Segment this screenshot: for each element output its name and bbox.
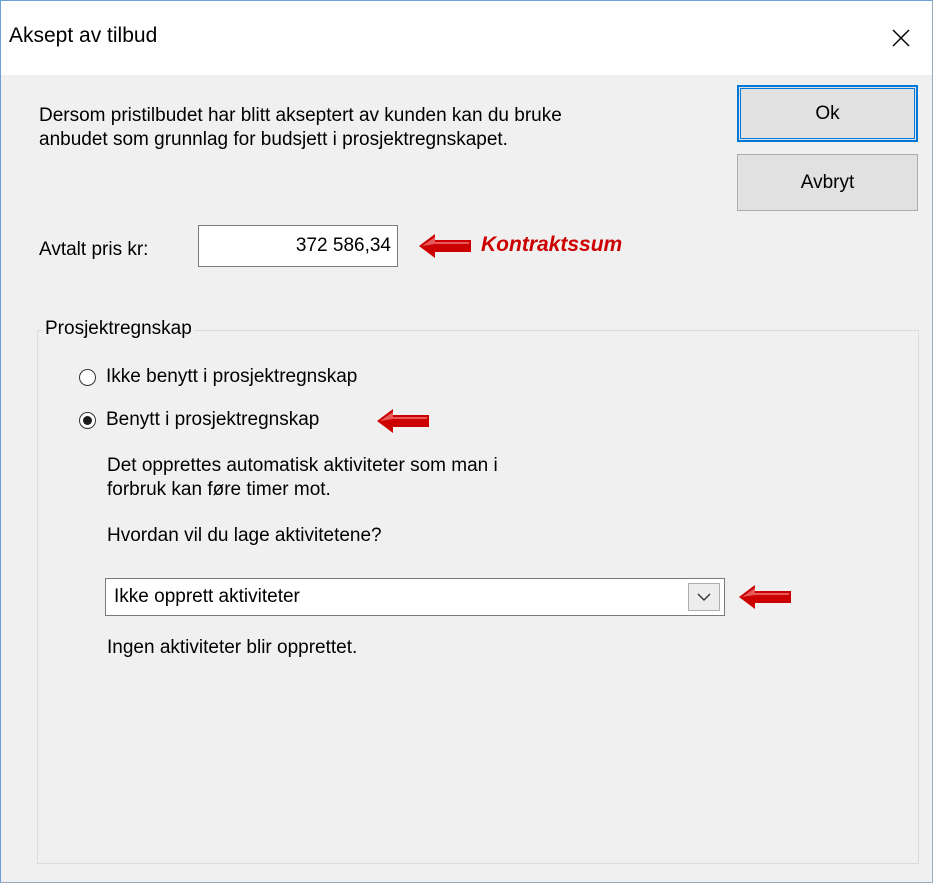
close-icon: [892, 29, 910, 47]
activity-method-dropdown[interactable]: Ikke opprett aktiviteter: [105, 578, 725, 616]
dropdown-note: Ingen aktiviteter blir opprettet.: [107, 637, 358, 658]
left-arrow-icon: [419, 234, 471, 258]
cancel-button[interactable]: Avbryt: [737, 154, 918, 211]
dropdown-toggle[interactable]: [688, 583, 720, 611]
window-title: Aksept av tilbud: [9, 24, 158, 47]
chevron-down-icon: [697, 593, 711, 601]
price-input[interactable]: [198, 225, 398, 267]
title-bar[interactable]: Aksept av tilbud: [1, 1, 932, 75]
intro-text: Dersom pristilbudet har blitt akseptert …: [39, 105, 562, 150]
dropdown-selected-value: Ikke opprett aktiviteter: [114, 586, 300, 607]
dialog-window: Aksept av tilbud Dersom pristilbudet har…: [0, 0, 933, 883]
radio-not-use[interactable]: Ikke benytt i prosjektregnskap: [79, 366, 357, 388]
dialog-body: Dersom pristilbudet har blitt akseptert …: [1, 75, 932, 882]
ok-button[interactable]: Ok: [737, 85, 918, 142]
radio-use[interactable]: Benytt i prosjektregnskap: [79, 409, 319, 431]
radio-button-checked-icon: [79, 411, 96, 429]
price-label: Avtalt pris kr:: [39, 239, 149, 260]
left-arrow-icon: [377, 409, 429, 433]
activity-description: Det opprettes automatisk aktiviteter som…: [107, 455, 498, 500]
radio-label: Benytt i prosjektregnskap: [106, 409, 320, 430]
group-label: Prosjektregnskap: [43, 318, 194, 340]
contract-sum-callout: Kontraktssum: [481, 233, 623, 256]
close-button[interactable]: [870, 1, 932, 75]
activity-question: Hvordan vil du lage aktivitetene?: [107, 525, 382, 546]
radio-label: Ikke benytt i prosjektregnskap: [106, 366, 358, 387]
radio-button-icon: [79, 368, 96, 386]
left-arrow-icon: [739, 585, 791, 609]
